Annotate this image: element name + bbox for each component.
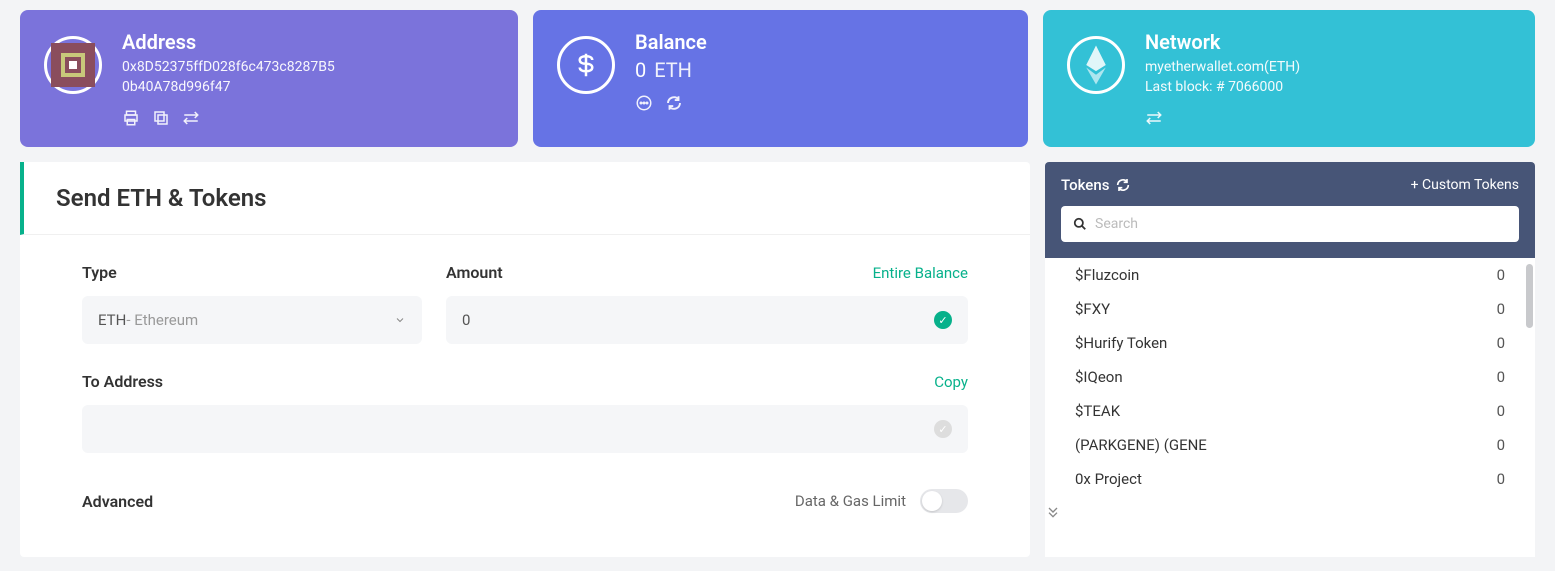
type-selected: ETH: [98, 311, 126, 329]
token-name: $Fluzcoin: [1075, 266, 1139, 284]
token-search-input[interactable]: [1095, 216, 1507, 232]
dollar-icon: [557, 36, 615, 94]
to-address-label: To Address: [82, 372, 163, 391]
address-line2: 0b40A78d996f47: [122, 78, 335, 98]
send-header: Send ETH & Tokens: [20, 162, 1030, 235]
tokens-title: Tokens: [1061, 176, 1109, 194]
token-balance: 0: [1497, 334, 1505, 352]
print-icon[interactable]: [122, 109, 140, 127]
type-select[interactable]: ETH - Ethereum: [82, 296, 422, 344]
token-balance: 0: [1497, 368, 1505, 386]
balance-value: 0: [635, 58, 646, 82]
network-name: myetherwallet.com(ETH): [1145, 58, 1300, 78]
custom-tokens-link[interactable]: + Custom Tokens: [1411, 177, 1519, 193]
token-item[interactable]: $IQeon 0: [1045, 360, 1535, 394]
token-balance: 0: [1497, 402, 1505, 420]
amount-label: Amount: [446, 263, 503, 282]
tokens-sidebar: Tokens + Custom Tokens $Fluzcoin0$FXY0$H…: [1045, 162, 1535, 557]
top-cards-row: Address 0x8D52375ffD028f6c473c8287B5 0b4…: [20, 10, 1535, 147]
token-balance: 0: [1497, 300, 1505, 318]
amount-input-wrap: ✓: [446, 296, 968, 344]
token-item[interactable]: $TEAK 0: [1045, 394, 1535, 428]
token-item[interactable]: $FXY 0: [1045, 292, 1535, 326]
refresh-icon[interactable]: [665, 94, 683, 112]
swap-icon[interactable]: [182, 109, 200, 127]
token-name: $FXY: [1075, 300, 1110, 318]
amount-input[interactable]: [462, 311, 934, 329]
token-item[interactable]: 0x Project 0: [1045, 462, 1535, 496]
token-item[interactable]: (PARKGENE) (GENE 0: [1045, 428, 1535, 462]
swap-icon[interactable]: [1145, 109, 1163, 127]
token-list[interactable]: $Fluzcoin0$FXY0$Hurify Token0$IQeon0$TEA…: [1045, 258, 1535, 557]
expand-icon[interactable]: [1045, 496, 1535, 528]
balance-currency: ETH: [654, 58, 692, 82]
token-name: $IQeon: [1075, 368, 1123, 386]
token-name: (PARKGENE) (GENE: [1075, 436, 1207, 454]
address-title: Address: [122, 30, 335, 54]
copy-link[interactable]: Copy: [934, 373, 968, 391]
check-off-icon: ✓: [934, 420, 952, 438]
type-label: Type: [82, 263, 117, 282]
balance-card: Balance 0 ETH: [533, 10, 1028, 147]
copy-icon[interactable]: [152, 109, 170, 127]
token-name: $TEAK: [1075, 402, 1120, 420]
network-lastblock: Last block: # 7066000: [1145, 78, 1300, 98]
token-balance: 0: [1497, 266, 1505, 284]
send-panel: Send ETH & Tokens Type ETH - Ethereum Am…: [20, 162, 1030, 557]
ethereum-icon: [1067, 36, 1125, 94]
to-address-input[interactable]: [98, 420, 934, 438]
address-avatar: [44, 36, 102, 94]
type-selected-sub: - Ethereum: [126, 311, 198, 329]
main-row: Send ETH & Tokens Type ETH - Ethereum Am…: [20, 162, 1535, 557]
chevron-down-icon: [394, 314, 406, 326]
advanced-label: Advanced: [82, 492, 153, 511]
more-icon[interactable]: [635, 94, 653, 112]
network-title: Network: [1145, 30, 1300, 54]
to-address-input-wrap: ✓: [82, 405, 968, 453]
search-icon: [1073, 217, 1087, 231]
entire-balance-link[interactable]: Entire Balance: [873, 264, 968, 282]
tokens-header: Tokens + Custom Tokens: [1045, 162, 1535, 258]
token-balance: 0: [1497, 470, 1505, 488]
token-name: 0x Project: [1075, 470, 1142, 488]
advanced-toggle[interactable]: [920, 489, 968, 513]
token-item[interactable]: $Fluzcoin 0: [1045, 258, 1535, 292]
token-search-wrap: [1061, 206, 1519, 242]
token-name: $Hurify Token: [1075, 334, 1167, 352]
network-card: Network myetherwallet.com(ETH) Last bloc…: [1043, 10, 1535, 147]
check-icon: ✓: [934, 311, 952, 329]
gas-label: Data & Gas Limit: [795, 492, 906, 510]
address-card: Address 0x8D52375ffD028f6c473c8287B5 0b4…: [20, 10, 518, 147]
token-balance: 0: [1497, 436, 1505, 454]
send-heading: Send ETH & Tokens: [56, 184, 998, 212]
balance-title: Balance: [635, 30, 707, 54]
scrollbar[interactable]: [1526, 264, 1533, 328]
refresh-icon[interactable]: [1115, 177, 1131, 193]
address-line1: 0x8D52375ffD028f6c473c8287B5: [122, 58, 335, 78]
token-item[interactable]: $Hurify Token 0: [1045, 326, 1535, 360]
